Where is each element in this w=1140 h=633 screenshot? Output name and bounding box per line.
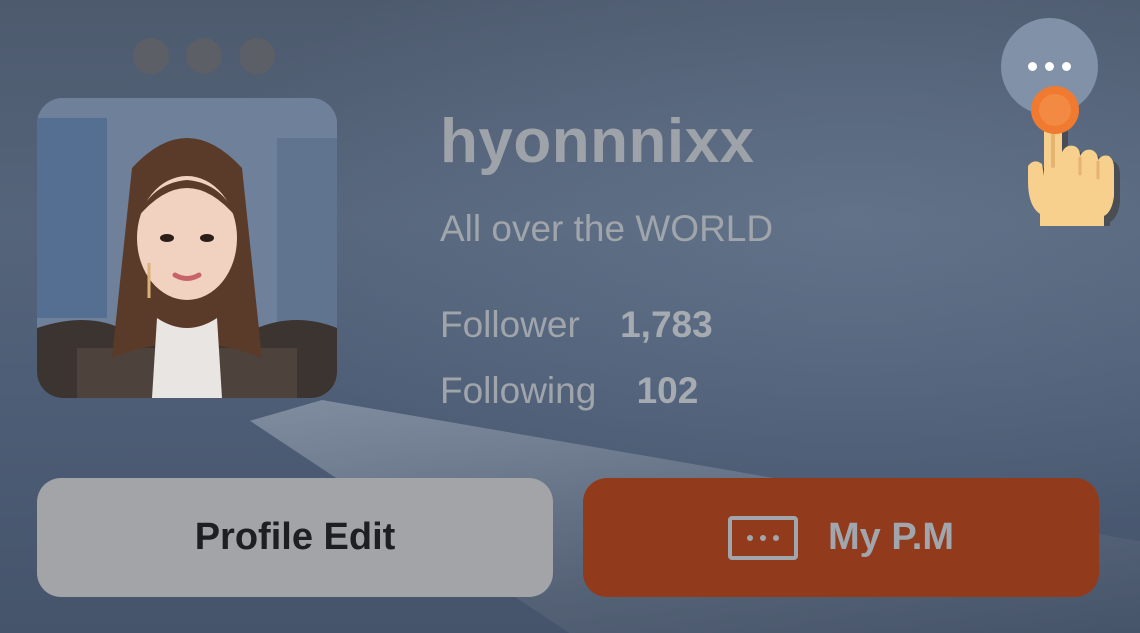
window-dot bbox=[239, 38, 275, 74]
profile-edit-button[interactable]: Profile Edit bbox=[37, 478, 553, 597]
bio-text: All over the WORLD bbox=[440, 208, 774, 249]
more-horizontal-icon bbox=[1028, 62, 1071, 71]
message-box-icon bbox=[727, 515, 798, 560]
following-label: Following bbox=[440, 370, 597, 411]
my-pm-label: My P.M bbox=[827, 516, 954, 558]
follower-stat[interactable]: Follower 1,783 bbox=[440, 304, 713, 346]
follower-count: 1,783 bbox=[620, 304, 713, 345]
avatar-photo bbox=[37, 98, 337, 398]
window-dot bbox=[186, 38, 222, 74]
following-stat[interactable]: Following 102 bbox=[440, 370, 698, 412]
username: hyonnnixx bbox=[440, 107, 755, 176]
avatar[interactable] bbox=[37, 98, 337, 398]
follower-label: Follower bbox=[440, 304, 580, 345]
pointing-hand-icon bbox=[1028, 86, 1120, 226]
following-count: 102 bbox=[636, 370, 699, 411]
window-dots-icon bbox=[133, 38, 275, 74]
profile-edit-label: Profile Edit bbox=[194, 516, 396, 558]
my-pm-button[interactable]: My P.M bbox=[583, 478, 1099, 597]
window-dot bbox=[133, 38, 169, 74]
